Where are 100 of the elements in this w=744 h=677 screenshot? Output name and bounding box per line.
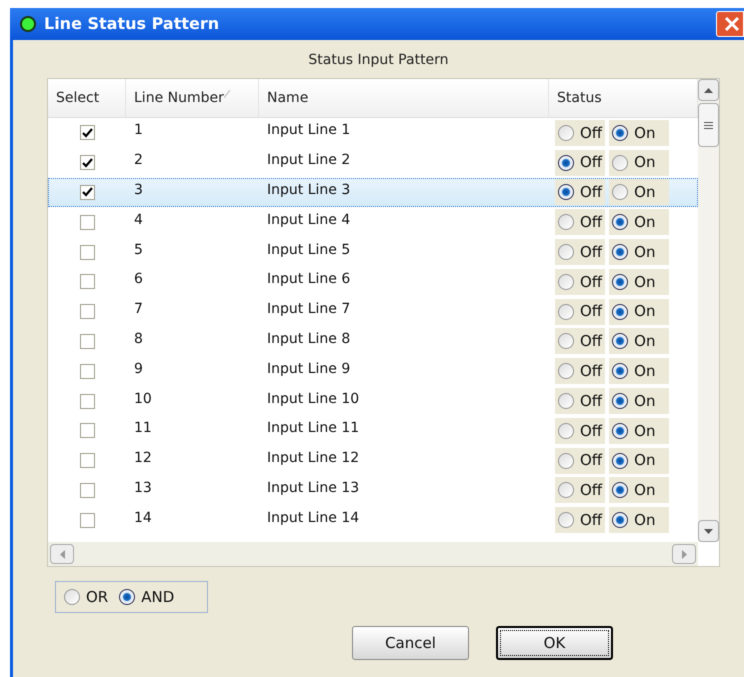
- column-header[interactable]: Status: [557, 88, 602, 108]
- vertical-scrollbar[interactable]: [698, 79, 719, 542]
- radio-option[interactable]: On: [609, 209, 670, 236]
- radio-option[interactable]: Off: [555, 328, 606, 354]
- scroll-thumb[interactable]: [698, 103, 719, 147]
- table-cell-text: Input Line 9: [266, 360, 352, 379]
- radio-option[interactable]: Off: [555, 298, 606, 325]
- radio-option[interactable]: On: [609, 328, 670, 354]
- table-row[interactable]: 11 Input Line 11 Off On: [48, 416, 698, 446]
- status-light-icon: [18, 14, 38, 34]
- checkbox[interactable]: [80, 274, 94, 290]
- radio-option[interactable]: Off: [555, 448, 606, 474]
- table-cell-text: Input Line 11: [266, 419, 360, 438]
- table-cell-text: 2: [133, 151, 144, 170]
- table-cell-text: Input Line 7: [266, 300, 352, 320]
- radio-option[interactable]: Off: [555, 120, 606, 146]
- column-header[interactable]: Line Number: [134, 88, 224, 108]
- table-cell-text: Input Line 8: [266, 330, 352, 349]
- table-cell-text: 3: [133, 180, 144, 200]
- table-row[interactable]: 8 Input Line 8 Off On: [48, 326, 698, 356]
- checkbox[interactable]: [80, 214, 94, 230]
- table-cell-text: Input Line 13: [266, 478, 360, 498]
- radio-option[interactable]: On: [609, 507, 670, 534]
- radio-option[interactable]: Off: [555, 507, 606, 534]
- table-cell-text: 4: [133, 210, 144, 230]
- table-cell-text: Input Line 3: [266, 180, 352, 200]
- scroll-left-button[interactable]: [50, 544, 74, 564]
- radio-option[interactable]: On: [609, 477, 670, 504]
- radio-option[interactable]: On: [609, 298, 670, 325]
- table-cell-text: 1: [133, 121, 144, 140]
- radio-option[interactable]: On: [609, 448, 670, 474]
- checkbox[interactable]: [80, 125, 94, 140]
- radio-option[interactable]: Off: [555, 239, 606, 266]
- radio-option[interactable]: Off: [555, 209, 606, 236]
- table-cell-text: 14: [133, 508, 153, 528]
- radio-option[interactable]: On: [609, 358, 670, 384]
- checkbox[interactable]: [80, 244, 94, 260]
- table-row[interactable]: 4 Input Line 4 Off On: [48, 207, 698, 238]
- table-cell-text: Input Line 12: [266, 449, 360, 468]
- checkbox[interactable]: [80, 453, 94, 468]
- table-cell-text: Input Line 14: [266, 508, 360, 528]
- radio-option[interactable]: Off: [555, 477, 606, 504]
- checkbox[interactable]: [80, 482, 94, 498]
- section-title: Status Input Pattern: [307, 51, 450, 70]
- checkbox[interactable]: [80, 364, 94, 379]
- table-cell-text: 5: [133, 240, 144, 260]
- radio-option[interactable]: Off: [555, 268, 606, 295]
- radio-option[interactable]: On: [609, 418, 670, 444]
- checkbox[interactable]: [80, 155, 94, 170]
- up-arrow-icon: [704, 88, 713, 92]
- checkbox[interactable]: [80, 394, 94, 409]
- close-icon: [723, 15, 741, 33]
- radio-option[interactable]: On: [609, 150, 670, 176]
- selected-row[interactable]: 3 Input Line 3 Off On: [48, 178, 698, 208]
- table-cell-text: Input Line 1: [266, 121, 352, 140]
- checkbox[interactable]: [80, 334, 94, 349]
- radio-option[interactable]: Off: [555, 150, 606, 176]
- table-cell-text: 8: [133, 330, 144, 349]
- radio-option[interactable]: On: [609, 268, 670, 295]
- checkbox[interactable]: [80, 512, 94, 528]
- radio-option[interactable]: On: [609, 388, 670, 414]
- checkmark-icon: [82, 158, 92, 168]
- scroll-up-button[interactable]: [698, 79, 719, 101]
- table-row[interactable]: 14 Input Line 14 Off On: [48, 505, 698, 536]
- table-row[interactable]: 10 Input Line 10 Off On: [48, 386, 698, 416]
- table-cell-text: 6: [133, 270, 144, 290]
- column-header[interactable]: Name: [267, 88, 308, 108]
- close-button[interactable]: [716, 11, 744, 37]
- right-arrow-icon: [682, 550, 686, 559]
- table-cell-text: 7: [133, 300, 144, 320]
- radio-option[interactable]: On: [609, 120, 670, 146]
- dialog-button[interactable]: OK: [496, 626, 613, 660]
- scroll-down-button[interactable]: [698, 520, 719, 542]
- table-row[interactable]: 1 Input Line 1 Off On: [48, 118, 698, 148]
- table-row[interactable]: 13 Input Line 13 Off On: [48, 476, 698, 506]
- down-arrow-icon: [704, 528, 713, 534]
- table-cell-text: 13: [133, 478, 153, 498]
- dialog-button[interactable]: Cancel: [352, 626, 469, 660]
- checkbox[interactable]: [80, 184, 94, 200]
- table-cell-text: 12: [133, 449, 153, 468]
- checkbox[interactable]: [80, 423, 94, 438]
- checkbox[interactable]: [80, 304, 94, 320]
- radio-option[interactable]: Off: [555, 388, 606, 414]
- radio-option[interactable]: Off: [555, 358, 606, 384]
- table-cell-text: 10: [133, 390, 153, 409]
- radio-option[interactable]: Off: [555, 418, 606, 444]
- table-cell-text: Input Line 10: [266, 390, 360, 409]
- window-title: Line Status Pattern: [44, 13, 220, 35]
- horizontal-scrollbar[interactable]: [48, 542, 698, 566]
- column-header[interactable]: Select: [56, 88, 100, 108]
- table-row[interactable]: 12 Input Line 12 Off On: [48, 446, 698, 476]
- radio-option[interactable]: Off: [555, 179, 606, 206]
- radio-option[interactable]: On: [609, 239, 670, 266]
- table-cell-text: Input Line 5: [266, 240, 352, 260]
- table-row[interactable]: 7 Input Line 7 Off On: [48, 296, 698, 327]
- radio-option[interactable]: On: [609, 179, 670, 206]
- table-row[interactable]: 6 Input Line 6 Off On: [48, 266, 698, 297]
- table-row[interactable]: 2 Input Line 2 Off On: [48, 148, 698, 178]
- table-row[interactable]: 9 Input Line 9 Off On: [48, 356, 698, 386]
- table-row[interactable]: 5 Input Line 5 Off On: [48, 237, 698, 267]
